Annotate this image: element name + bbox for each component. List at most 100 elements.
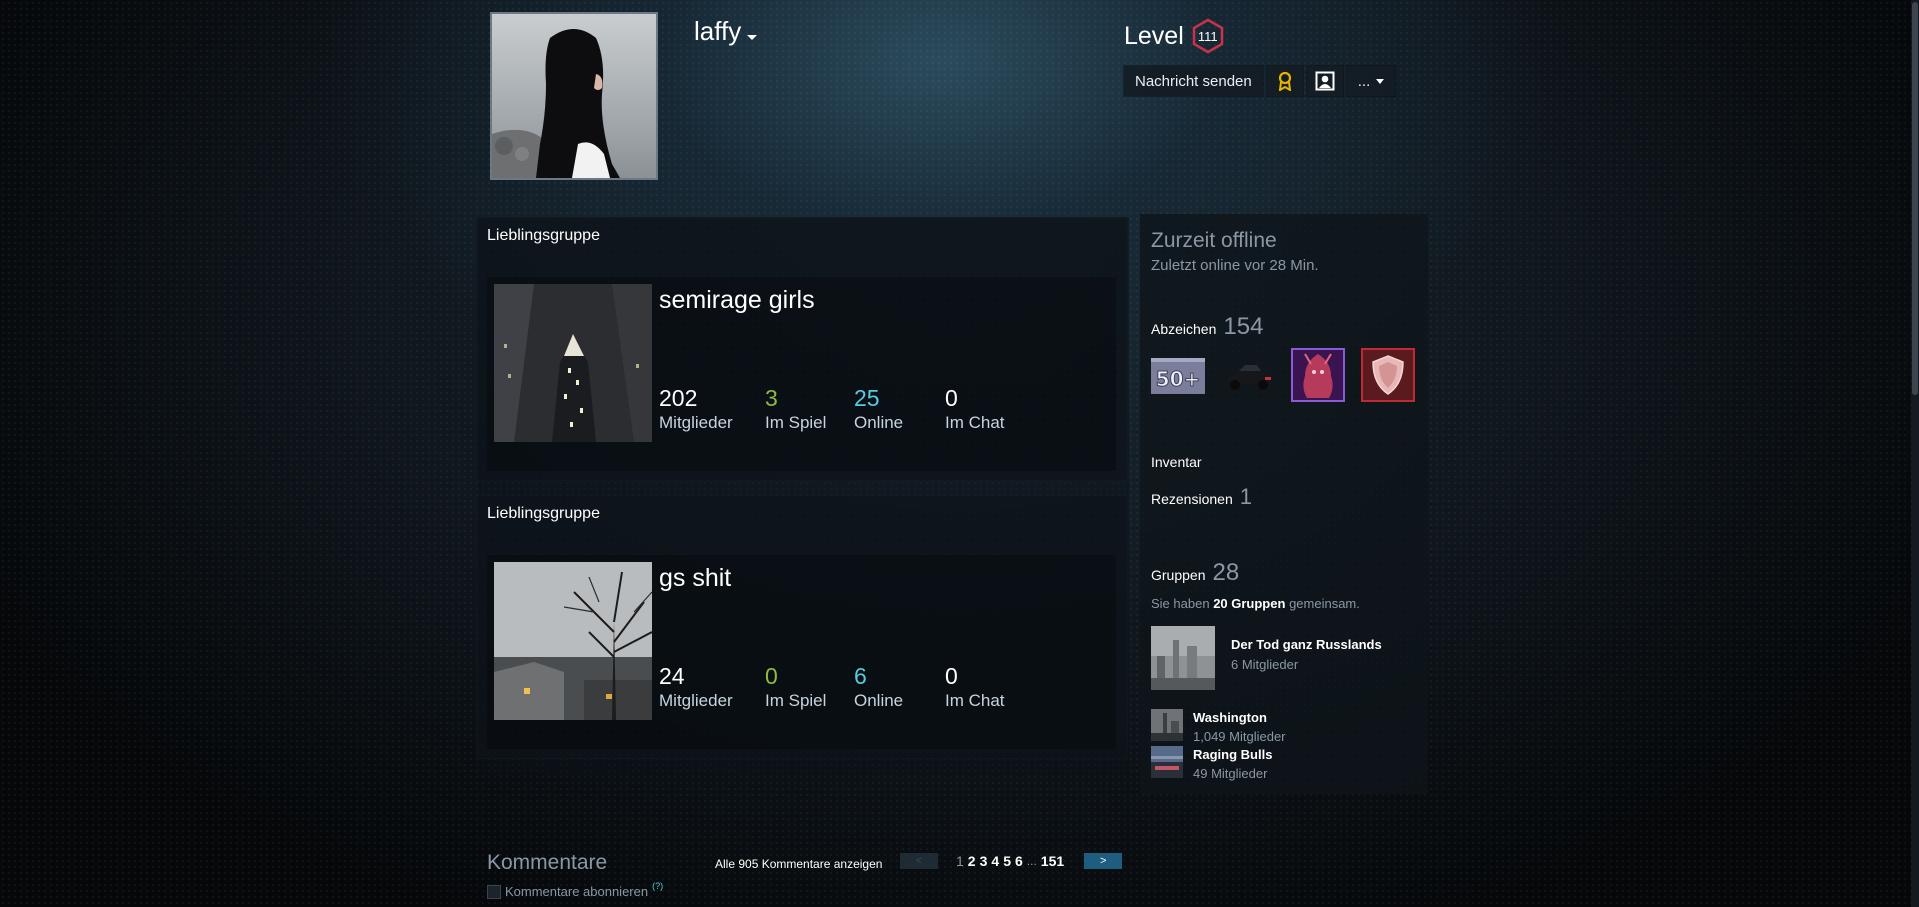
group-image	[1151, 709, 1183, 741]
reviews-count[interactable]: 1	[1240, 484, 1252, 510]
group-members: 49 Mitglieder	[1193, 766, 1268, 781]
stat-value: 3	[765, 385, 778, 411]
persona-name: laffy	[694, 16, 742, 46]
group-name[interactable]: gs shit	[659, 564, 731, 593]
stat-value: 25	[854, 385, 880, 411]
groups-common-suffix: gemeinsam.	[1289, 596, 1360, 611]
groups-common-prefix: Sie haben	[1151, 596, 1210, 611]
badge-car[interactable]	[1221, 348, 1275, 402]
reviews-header[interactable]: Rezensionen 1	[1151, 484, 1252, 510]
group-name-link[interactable]: Washington	[1193, 710, 1267, 725]
subscribe-label[interactable]: Kommentare abonnieren	[505, 884, 648, 899]
next-page-button[interactable]: >	[1084, 853, 1123, 869]
page-link[interactable]: 4	[991, 853, 999, 869]
stat-label: Im Chat	[945, 413, 1005, 432]
stat-value: 202	[659, 385, 698, 411]
more-actions-button[interactable]: ...	[1346, 66, 1396, 96]
page-link[interactable]: 2	[968, 853, 976, 869]
stat-value: 0	[945, 385, 958, 411]
stat-in-game: 0 Im Spiel	[765, 663, 826, 713]
subscribe-comments: Kommentare abonnieren (?)	[487, 881, 663, 899]
reviews-label[interactable]: Rezensionen	[1151, 491, 1233, 507]
award-button[interactable]	[1266, 66, 1303, 96]
groups-count[interactable]: 28	[1212, 559, 1239, 587]
group-image	[1151, 746, 1183, 778]
level-badge[interactable]: 111	[1190, 18, 1226, 54]
scrollbar-thumb[interactable]	[1912, 2, 1918, 395]
group-avatar[interactable]	[494, 562, 652, 720]
favorite-group-card[interactable]: gs shit 24 Mitglieder 0 Im Spiel 6 Onlin…	[487, 555, 1116, 749]
group-name-link[interactable]: Der Tod ganz Russlands	[1231, 637, 1382, 652]
level-label: Level	[1124, 21, 1184, 50]
stat-label: Mitglieder	[659, 413, 733, 432]
online-status: Zurzeit offline	[1151, 229, 1277, 252]
stat-in-chat: 0 Im Chat	[945, 385, 1005, 435]
comments-title: Kommentare	[487, 851, 608, 874]
stat-in-game: 3 Im Spiel	[765, 385, 826, 435]
stat-value: 24	[659, 663, 685, 689]
showcase-title: Lieblingsgruppe	[487, 505, 600, 522]
current-page: 1	[956, 853, 964, 869]
badge-50-text: 50+	[1156, 367, 1201, 391]
badge-list: 50+	[1151, 348, 1415, 402]
profile-avatar[interactable]	[490, 12, 658, 180]
stat-label: Im Chat	[945, 691, 1005, 710]
group-avatar[interactable]	[1151, 746, 1183, 778]
badges-count[interactable]: 154	[1223, 313, 1263, 341]
page-link[interactable]: 6	[1015, 853, 1023, 869]
stat-in-chat: 0 Im Chat	[945, 663, 1005, 713]
chevron-down-icon	[1376, 78, 1385, 84]
favorite-group-card[interactable]: semirage girls 202 Mitglieder 3 Im Spiel…	[487, 277, 1116, 471]
badge-years-of-service[interactable]: 50+	[1151, 348, 1205, 402]
groups-header[interactable]: Gruppen 28	[1151, 559, 1239, 587]
group-avatar[interactable]	[494, 284, 652, 442]
group-avatar[interactable]	[1151, 709, 1183, 741]
stat-value: 6	[854, 663, 867, 689]
showcase-title: Lieblingsgruppe	[487, 227, 600, 244]
badge-50-icon: 50+	[1151, 358, 1205, 394]
stat-value: 0	[765, 663, 778, 689]
page-link[interactable]: 5	[1003, 853, 1011, 869]
group-avatar-image	[494, 562, 652, 720]
subscribe-checkbox[interactable]	[487, 884, 501, 899]
favorite-group-showcase: Lieblingsgruppe gs shit 24 Mitglieder 0 …	[476, 495, 1128, 759]
stat-label: Mitglieder	[659, 691, 733, 710]
badges-label[interactable]: Abzeichen	[1151, 321, 1216, 337]
stat-members: 24 Mitglieder	[659, 663, 733, 713]
group-avatar[interactable]	[1151, 626, 1215, 690]
badges-header[interactable]: Abzeichen 154	[1151, 313, 1263, 341]
stat-label: Im Spiel	[765, 413, 827, 432]
award-icon	[1278, 71, 1291, 91]
stat-label: Online	[854, 413, 904, 432]
stat-label: Online	[854, 691, 904, 710]
last-online: Zuletzt online vor 28 Min.	[1151, 257, 1319, 274]
stat-label: Im Spiel	[765, 691, 827, 710]
stat-value: 0	[945, 663, 958, 689]
group-avatar-image	[494, 284, 652, 442]
prev-page-button[interactable]: <	[900, 853, 938, 869]
page-ellipsis: ...	[1026, 854, 1037, 868]
comments-pagination: < 1 2 3 4 5 6 ... 151 >	[900, 853, 1123, 869]
view-all-comments-link[interactable]: Alle 905 Kommentare anzeigen	[715, 857, 882, 871]
chevron-down-icon	[747, 35, 758, 40]
groups-in-common: Sie haben 20 Gruppen gemeinsam.	[1151, 596, 1360, 611]
send-message-button[interactable]: Nachricht senden	[1124, 66, 1263, 96]
group-members: 6 Mitglieder	[1231, 657, 1299, 672]
badge-demon[interactable]	[1291, 348, 1345, 402]
group-name[interactable]: semirage girls	[659, 286, 815, 315]
groups-common-count: 20 Gruppen	[1213, 596, 1286, 611]
profile-card-button[interactable]	[1306, 66, 1343, 96]
help-icon[interactable]: (?)	[652, 881, 663, 891]
user-card-icon	[1315, 71, 1335, 91]
favorite-group-showcase: Lieblingsgruppe semirage girls 202 Mitgl…	[476, 217, 1128, 481]
inventory-link[interactable]: Inventar	[1151, 454, 1202, 470]
groups-label[interactable]: Gruppen	[1151, 567, 1205, 583]
persona-name-dropdown[interactable]: laffy	[694, 16, 758, 47]
group-image	[1151, 626, 1215, 690]
page-link-last[interactable]: 151	[1041, 853, 1064, 869]
group-name-link[interactable]: Raging Bulls	[1193, 747, 1272, 762]
page-link[interactable]: 3	[980, 853, 988, 869]
avatar-image	[492, 14, 656, 178]
demon-badge-icon	[1291, 348, 1345, 402]
badge-shield[interactable]	[1361, 348, 1415, 402]
